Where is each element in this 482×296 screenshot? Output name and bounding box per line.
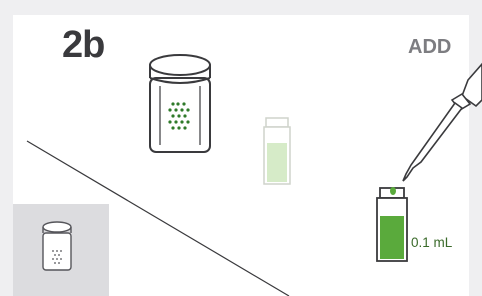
bench-edge-line	[26, 140, 290, 296]
instruction-step-card: 2b ADD 0.1 mL	[0, 0, 482, 296]
jar-thumbnail-icon[interactable]	[42, 221, 72, 271]
reagent-jar-icon	[149, 54, 211, 153]
volume-label: 0.1 mL	[411, 235, 453, 250]
cuvette-faded-icon	[263, 117, 291, 185]
step-number-label: 2b	[62, 24, 105, 66]
cuvette-filled-icon	[376, 187, 408, 262]
pipette-icon	[402, 62, 482, 182]
action-label: ADD	[408, 36, 452, 58]
